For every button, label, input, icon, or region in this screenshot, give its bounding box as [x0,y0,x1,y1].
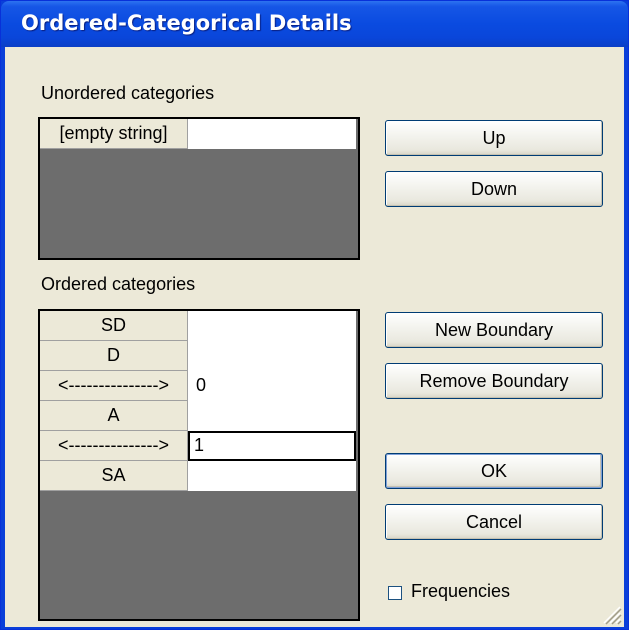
ordered-row-value[interactable] [188,341,356,371]
unordered-categories-grid[interactable]: [empty string] [38,117,360,260]
remove-boundary-button[interactable]: Remove Boundary [385,363,603,399]
ordered-categories-label: Ordered categories [41,274,196,294]
title-bar[interactable]: Ordered-Categorical Details [1,1,628,47]
dialog-window: Ordered-Categorical Details Unordered ca… [0,0,629,630]
window-title: Ordered-Categorical Details [21,11,352,35]
ordered-row-value[interactable] [188,461,356,491]
ordered-row-value[interactable] [188,401,356,431]
ordered-row-header[interactable]: D [40,341,188,371]
new-boundary-button[interactable]: New Boundary [385,312,603,348]
cancel-button[interactable]: Cancel [385,504,603,540]
unordered-row-value[interactable] [188,119,356,149]
boundary-value-editor[interactable]: 1 [188,431,356,461]
boundary-value-cell[interactable]: 0 [188,371,356,401]
ordered-row-header[interactable]: SD [40,311,188,341]
ordered-row-value[interactable] [188,311,356,341]
unordered-categories-label: Unordered categories [41,83,215,103]
ordered-boundary-header[interactable]: <---------------> [40,431,188,461]
up-button[interactable]: Up [385,120,603,156]
unordered-row-header[interactable]: [empty string] [40,119,188,149]
ordered-row-header[interactable]: A [40,401,188,431]
ordered-row-header[interactable]: SA [40,461,188,491]
ordered-categories-grid[interactable]: SD D <---------------> A <--------------… [38,309,360,621]
ordered-boundary-header[interactable]: <---------------> [40,371,188,401]
ok-button[interactable]: OK [385,453,603,489]
resize-grip-icon[interactable] [600,603,622,625]
dialog-client-area: Unordered categories [empty string] Orde… [5,47,624,627]
frequencies-label[interactable]: Frequencies [411,581,510,602]
frequencies-checkbox[interactable] [388,586,402,600]
down-button[interactable]: Down [385,171,603,207]
